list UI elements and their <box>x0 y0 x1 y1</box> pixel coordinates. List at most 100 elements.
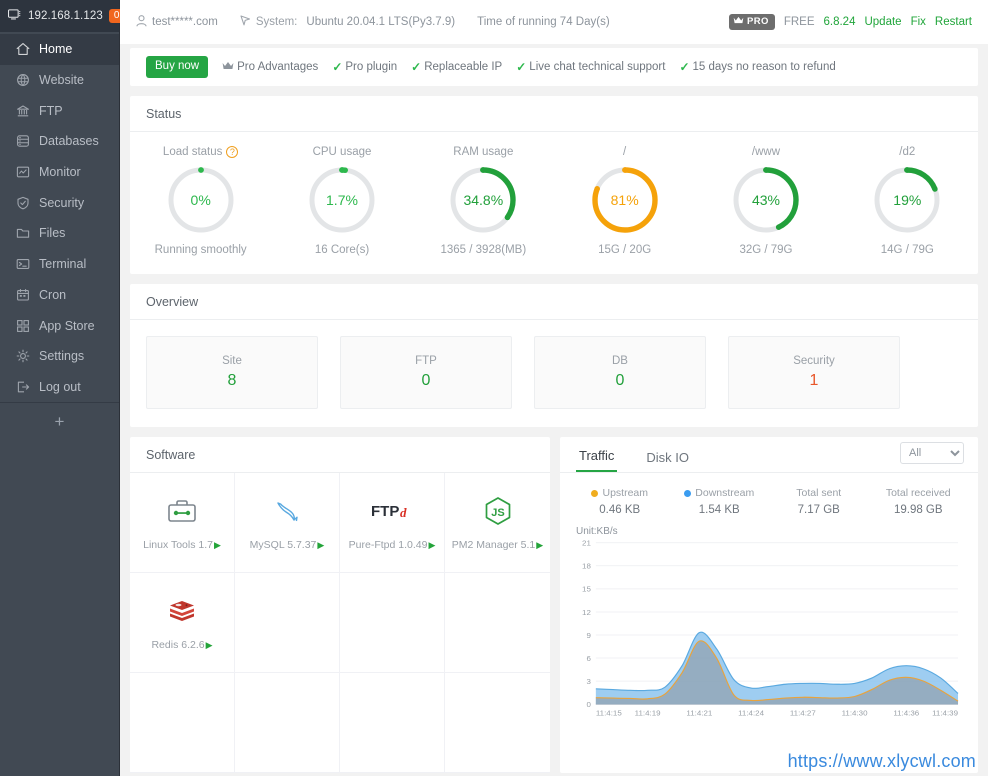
sidebar-header: 192.168.1.123 0 <box>0 0 119 32</box>
svg-text:18: 18 <box>582 562 591 571</box>
pro-badge[interactable]: PRO <box>729 14 775 30</box>
overview-title: Overview <box>130 284 978 320</box>
software-item-label[interactable]: MySQL 5.7.37▶ <box>250 539 325 551</box>
restart-link[interactable]: Restart <box>935 16 972 28</box>
gauge-value: 34.8% <box>447 164 519 236</box>
status-title: Status <box>130 96 978 132</box>
system-icon <box>240 15 251 29</box>
gauge-subtext: Running smoothly <box>155 244 247 256</box>
gauge-label-wrap: /www <box>752 146 780 158</box>
svg-text:11:4:39: 11:4:39 <box>932 709 958 718</box>
traffic-stat-total-sent: Total sent7.17 GB <box>769 487 869 516</box>
redis-cube-icon <box>167 594 197 628</box>
legend-dot <box>591 490 598 497</box>
tab-disk-io[interactable]: Disk IO <box>643 450 692 472</box>
sidebar-item-ftp[interactable]: FTP <box>0 95 119 126</box>
software-empty-cell <box>340 673 445 773</box>
overview-card-ftp[interactable]: FTP 0 <box>340 336 512 409</box>
sidebar-item-label: Website <box>39 73 84 87</box>
topbar-user[interactable]: test*****.com <box>136 15 218 30</box>
play-icon[interactable]: ▶ <box>214 540 221 551</box>
gauge-label: /d2 <box>899 146 915 158</box>
gauge-subtext: 1365 / 3928(MB) <box>440 244 526 256</box>
gauge-label-wrap: RAM usage <box>453 146 513 158</box>
software-empty-cell <box>235 573 340 673</box>
svg-text:9: 9 <box>586 631 590 640</box>
check-icon: ✓ <box>332 60 342 74</box>
traffic-stat-label-wrap: Upstream <box>591 487 648 499</box>
sidebar-item-cron[interactable]: Cron <box>0 280 119 311</box>
promo-feature-label: Pro plugin <box>345 61 397 73</box>
sidebar-item-files[interactable]: Files <box>0 218 119 249</box>
overview-card-value: 0 <box>616 372 625 390</box>
promo-feature-label: 15 days no reason to refund <box>693 61 836 73</box>
sidebar-item-home[interactable]: Home <box>0 34 119 65</box>
overview-card-value: 8 <box>228 372 237 390</box>
update-link[interactable]: Update <box>864 16 901 28</box>
buy-now-button[interactable]: Buy now <box>146 56 208 77</box>
overview-card-db[interactable]: DB 0 <box>534 336 706 409</box>
sidebar-item-log-out[interactable]: Log out <box>0 372 119 403</box>
sidebar-item-monitor[interactable]: Monitor <box>0 157 119 188</box>
software-item-label[interactable]: Redis 6.2.6▶ <box>151 639 212 651</box>
tab-traffic[interactable]: Traffic <box>576 448 617 472</box>
overview-card-label: Security <box>793 355 835 367</box>
sidebar-item-label: FTP <box>39 104 63 118</box>
gauge-label-wrap: CPU usage <box>313 146 372 158</box>
software-item[interactable]: MySQL 5.7.37▶ <box>235 473 340 573</box>
play-icon[interactable]: ▶ <box>428 540 435 551</box>
software-item-label[interactable]: PM2 Manager 5.1▶ <box>452 539 543 551</box>
sidebar-add-button[interactable]: + <box>55 413 65 776</box>
traffic-filter-select[interactable]: All <box>900 442 964 464</box>
sidebar-item-label: Databases <box>39 134 99 148</box>
svg-text:11:4:24: 11:4:24 <box>738 709 765 718</box>
gauge-subtext: 14G / 79G <box>881 244 934 256</box>
traffic-stat-label: Downstream <box>695 487 754 499</box>
software-item[interactable]: Redis 6.2.6▶ <box>130 573 235 673</box>
sidebar-item-website[interactable]: Website <box>0 65 119 96</box>
overview-card-site[interactable]: Site8 <box>146 336 318 409</box>
sidebar-item-app-store[interactable]: App Store <box>0 310 119 341</box>
play-icon[interactable]: ▶ <box>536 540 543 551</box>
sidebar-item-settings[interactable]: Settings <box>0 341 119 372</box>
software-item-label[interactable]: Linux Tools 1.7▶ <box>143 539 221 551</box>
traffic-chart: 03691215182111:4:1511:4:1911:4:2111:4:24… <box>560 537 978 773</box>
play-icon[interactable]: ▶ <box>317 540 324 551</box>
sidebar-item-security[interactable]: Security <box>0 187 119 218</box>
sidebar-item-terminal[interactable]: Terminal <box>0 249 119 280</box>
overview-card-security[interactable]: Security1 <box>728 336 900 409</box>
gauge-subtext: 15G / 20G <box>598 244 651 256</box>
software-item[interactable]: Linux Tools 1.7▶ <box>130 473 235 573</box>
promo-feature-3: ✓ 15 days no reason to refund <box>679 60 835 74</box>
check-icon: ✓ <box>679 60 689 74</box>
overview-card-label: DB <box>612 355 628 367</box>
overview-card-label: FTP <box>415 355 437 367</box>
main-content: test*****.com System: Ubuntu 20.04.1 LTS… <box>120 0 988 776</box>
software-item-label[interactable]: Pure-Ftpd 1.0.49▶ <box>349 539 436 551</box>
chart-unit-label: Unit:KB/s <box>560 520 978 537</box>
help-icon[interactable]: ? <box>226 146 238 158</box>
gauge-3: /81%15G / 20G <box>554 146 695 256</box>
sidebar-item-databases[interactable]: Databases <box>0 126 119 157</box>
play-icon[interactable]: ▶ <box>206 640 213 651</box>
overview-card-value: 0 <box>422 372 431 390</box>
fix-link[interactable]: Fix <box>911 16 926 28</box>
overview-card: Overview Site8 FTP 0 DB 0 Security1 <box>130 284 978 427</box>
software-item[interactable]: FTPdPure-Ftpd 1.0.49▶ <box>340 473 445 573</box>
sidebar-item-label: Home <box>39 42 72 56</box>
software-item[interactable]: JSPM2 Manager 5.1▶ <box>445 473 550 573</box>
user-icon <box>136 15 147 30</box>
svg-text:FTP: FTP <box>371 503 399 520</box>
pro-advantages-link[interactable]: Pro Advantages <box>222 61 318 73</box>
promo-feature-label: Replaceable IP <box>424 61 502 73</box>
gauge-label: Load status <box>163 146 222 158</box>
gauge-value: 19% <box>871 164 943 236</box>
gauge-2: RAM usage 34.8% 1365 / 3928(MB) <box>413 146 554 256</box>
svg-text:6: 6 <box>586 654 590 663</box>
check-icon: ✓ <box>411 60 421 74</box>
traffic-stat-label-wrap: Downstream <box>684 487 754 499</box>
traffic-stat-value: 1.54 KB <box>699 504 740 516</box>
globe-icon <box>16 73 30 87</box>
traffic-stat-value: 19.98 GB <box>894 504 943 516</box>
topbar-right: PRO FREE 6.8.24 Update Fix Restart <box>729 14 972 30</box>
